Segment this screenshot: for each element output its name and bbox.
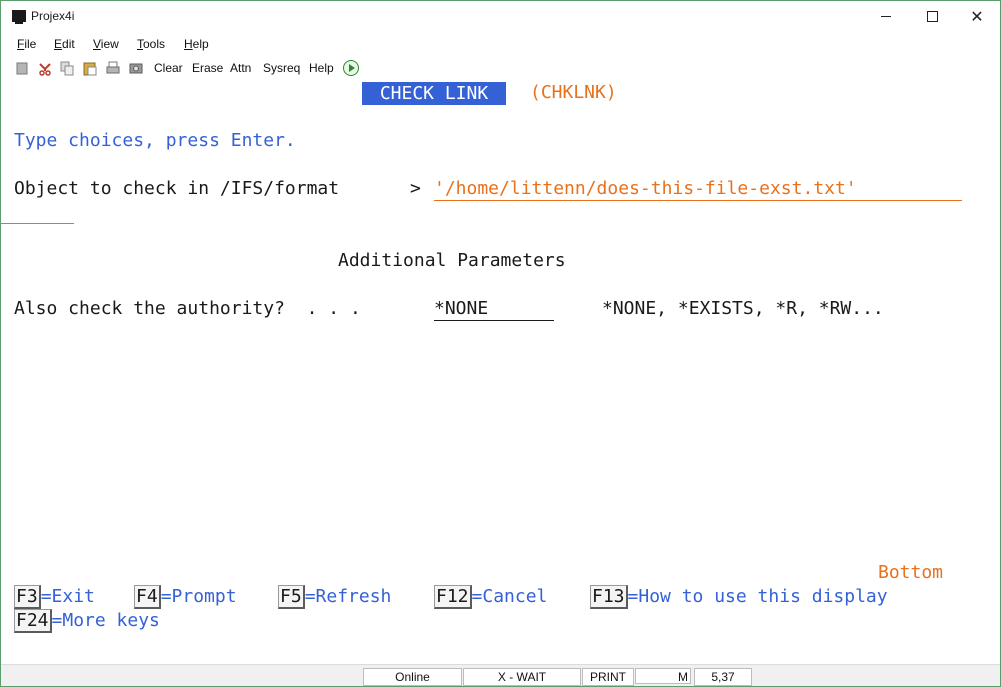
fkey-f5[interactable]: F5 =Refresh (278, 585, 392, 609)
menu-view-hotkey: V (93, 37, 101, 51)
fkey-f3[interactable]: F3 =Exit (14, 585, 95, 609)
menu-edit[interactable]: Edit (54, 37, 75, 51)
screen-title: CHECK LINK (362, 82, 506, 105)
menu-view[interactable]: View (93, 37, 119, 51)
status-print: PRINT (582, 668, 634, 686)
copy-icon[interactable] (59, 60, 75, 76)
toolbar: Clear Erase Attn Sysreq Help (1, 54, 1000, 81)
menu-help[interactable]: Help (184, 37, 209, 51)
fkey-f13-desc: =How to use this display (627, 586, 888, 607)
minimize-icon (881, 16, 891, 17)
fkey-f4[interactable]: F4 =Prompt (134, 585, 237, 609)
clear-button[interactable]: Clear (154, 61, 183, 75)
minimize-button[interactable] (863, 1, 909, 32)
fkey-f24[interactable]: F24 =More keys (14, 609, 160, 633)
authority-label: Also check the authority? . . . (14, 298, 361, 319)
status-input-inhibited: X - WAIT (463, 668, 581, 686)
paste-icon[interactable] (82, 60, 98, 76)
attn-button[interactable]: Attn (230, 61, 251, 75)
fkey-f5-desc: =Refresh (304, 586, 392, 607)
status-mode: M (635, 668, 691, 684)
screenshot-icon[interactable] (128, 60, 144, 76)
app-window: Projex4i ✕ File Edit View Tools Help Cle… (0, 0, 1001, 687)
object-input-continuation[interactable] (1, 223, 74, 224)
menu-file[interactable]: File (17, 37, 36, 51)
window-title: Projex4i (31, 9, 75, 23)
fkey-f3-desc: =Exit (40, 586, 95, 607)
menu-bar: File Edit View Tools Help (1, 32, 1000, 54)
object-label: Object to check in /IFS/format (14, 178, 340, 199)
close-button[interactable]: ✕ (954, 1, 1000, 32)
menu-help-label: elp (192, 37, 209, 51)
play-icon[interactable] (343, 60, 359, 76)
menu-file-label: ile (24, 37, 37, 51)
maximize-icon (926, 11, 938, 22)
bottom-indicator: Bottom (878, 562, 944, 583)
status-cursor-position: 5,37 (694, 668, 752, 686)
command-name: (CHKLNK) (530, 82, 617, 103)
title-bar: Projex4i ✕ (1, 1, 1000, 32)
fkey-f24-key: F24 (14, 609, 52, 633)
fkey-f13[interactable]: F13 =How to use this display (590, 585, 888, 609)
status-bar: Online X - WAIT PRINT M 5,37 (1, 664, 1000, 686)
object-input[interactable]: '/home/littenn/does-this-file-exst.txt' (434, 178, 857, 200)
menu-view-label: iew (100, 37, 119, 51)
close-icon: ✕ (970, 8, 984, 26)
terminal-icon (12, 10, 26, 24)
erase-button[interactable]: Erase (192, 61, 223, 75)
authority-input-underline (434, 320, 554, 321)
authority-choices: *NONE, *EXISTS, *R, *RW... (602, 298, 884, 319)
object-input-underline (434, 200, 962, 201)
fkey-f13-key: F13 (590, 585, 628, 609)
authority-input[interactable]: *NONE (434, 298, 488, 320)
additional-parameters-header: Additional Parameters (338, 250, 566, 271)
terminal-screen: CHECK LINK (CHKLNK) Type choices, press … (1, 81, 1000, 664)
menu-tools[interactable]: Tools (137, 37, 165, 51)
fkey-f5-key: F5 (278, 585, 305, 609)
sysreq-button[interactable]: Sysreq (263, 61, 300, 75)
instruction-text: Type choices, press Enter. (14, 130, 296, 151)
menu-tools-label: ools (143, 37, 166, 51)
fkey-f4-key: F4 (134, 585, 161, 609)
fkey-f12-key: F12 (434, 585, 472, 609)
fkey-f4-desc: =Prompt (160, 586, 237, 607)
fkey-f3-key: F3 (14, 585, 41, 609)
menu-edit-hotkey: E (54, 37, 63, 51)
fkey-f12-desc: =Cancel (471, 586, 548, 607)
disconnect-icon[interactable] (14, 60, 30, 76)
print-icon[interactable] (105, 60, 121, 76)
help-button[interactable]: Help (309, 61, 334, 75)
fkey-f12[interactable]: F12 =Cancel (434, 585, 548, 609)
object-prompt-marker: > (410, 178, 421, 199)
menu-edit-label: dit (62, 37, 75, 51)
maximize-button[interactable] (909, 1, 955, 32)
fkey-f24-desc: =More keys (51, 610, 160, 631)
cut-icon[interactable] (37, 60, 53, 76)
status-online: Online (363, 668, 462, 686)
menu-help-hotkey: H (184, 37, 193, 51)
